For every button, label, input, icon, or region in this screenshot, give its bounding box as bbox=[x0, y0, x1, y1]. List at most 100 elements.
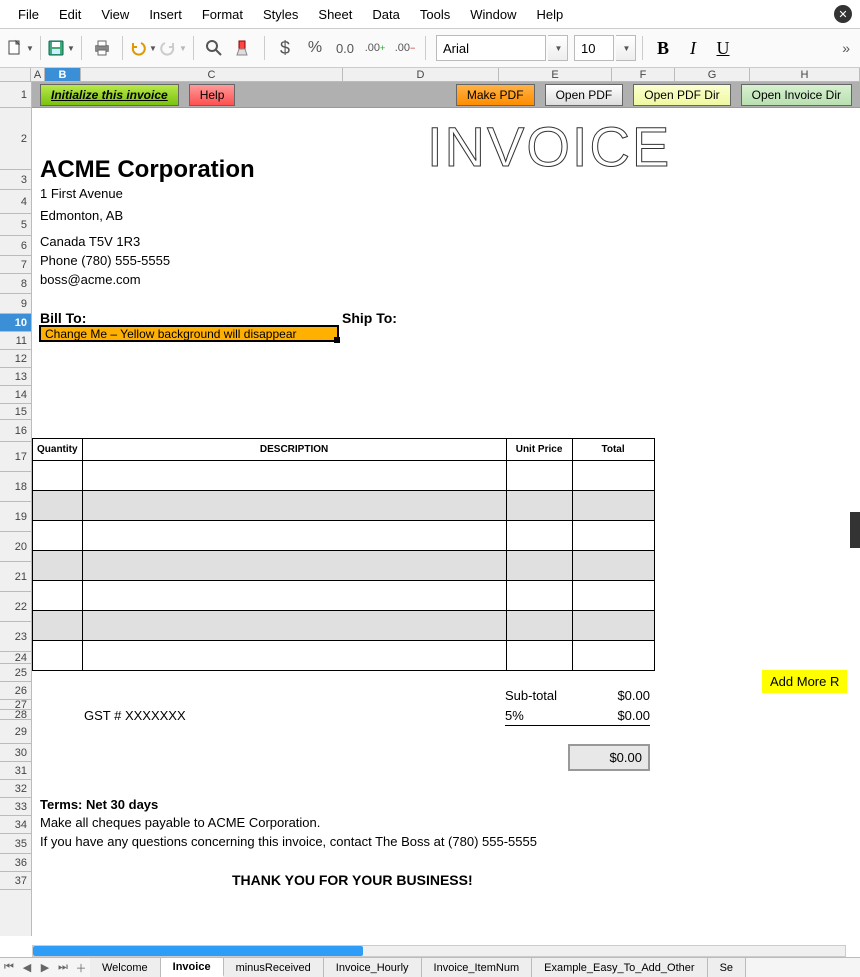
sheet-tab-invoice_itemnum[interactable]: Invoice_ItemNum bbox=[422, 958, 533, 977]
sheet-tab-minusreceived[interactable]: minusReceived bbox=[224, 958, 324, 977]
row-header-26[interactable]: 26 bbox=[0, 682, 31, 700]
table-row[interactable] bbox=[33, 611, 655, 641]
row-header-33[interactable]: 33 bbox=[0, 798, 31, 816]
row-header-36[interactable]: 36 bbox=[0, 854, 31, 872]
column-header-A[interactable]: A bbox=[31, 68, 45, 81]
first-sheet-button[interactable]: ⏮ bbox=[0, 958, 18, 977]
row-header-31[interactable]: 31 bbox=[0, 762, 31, 780]
clear-format-button[interactable] bbox=[230, 34, 258, 62]
open-pdf-button[interactable]: Open PDF bbox=[545, 84, 624, 106]
row-header-9[interactable]: 9 bbox=[0, 294, 31, 314]
row-header-13[interactable]: 13 bbox=[0, 368, 31, 386]
font-size-dropdown[interactable]: ▼ bbox=[616, 35, 636, 61]
open-invoice-dir-button[interactable]: Open Invoice Dir bbox=[741, 84, 852, 106]
sheet-tab-invoice_hourly[interactable]: Invoice_Hourly bbox=[324, 958, 422, 977]
add-decimal-button[interactable]: .00+ bbox=[361, 34, 389, 62]
menu-styles[interactable]: Styles bbox=[253, 3, 308, 26]
menu-data[interactable]: Data bbox=[362, 3, 409, 26]
row-header-24[interactable]: 24 bbox=[0, 652, 31, 664]
column-header-G[interactable]: G bbox=[675, 68, 750, 81]
sheet-tab-invoice[interactable]: Invoice bbox=[161, 958, 224, 977]
menu-tools[interactable]: Tools bbox=[410, 3, 460, 26]
open-pdf-dir-button[interactable]: Open PDF Dir bbox=[633, 84, 730, 106]
next-sheet-button[interactable]: ▶ bbox=[36, 958, 54, 977]
save-button[interactable]: ▼ bbox=[47, 34, 75, 62]
table-row[interactable] bbox=[33, 491, 655, 521]
undo-button[interactable]: ▼ bbox=[129, 34, 157, 62]
make-pdf-button[interactable]: Make PDF bbox=[456, 84, 535, 106]
table-row[interactable] bbox=[33, 641, 655, 671]
row-header-16[interactable]: 16 bbox=[0, 420, 31, 442]
underline-button[interactable]: U bbox=[709, 34, 737, 62]
menu-file[interactable]: File bbox=[8, 3, 49, 26]
column-header-H[interactable]: H bbox=[750, 68, 860, 81]
row-header-17[interactable]: 17 bbox=[0, 442, 31, 472]
font-name-input[interactable]: Arial bbox=[436, 35, 546, 61]
number-format-button[interactable]: 0.0 bbox=[331, 34, 359, 62]
initialize-invoice-button[interactable]: Initialize this invoice bbox=[40, 84, 179, 106]
currency-button[interactable]: $ bbox=[271, 34, 299, 62]
find-button[interactable] bbox=[200, 34, 228, 62]
row-header-18[interactable]: 18 bbox=[0, 472, 31, 502]
row-header-23[interactable]: 23 bbox=[0, 622, 31, 652]
toolbar-overflow-button[interactable]: » bbox=[838, 40, 854, 56]
table-row[interactable] bbox=[33, 521, 655, 551]
row-header-21[interactable]: 21 bbox=[0, 562, 31, 592]
active-cell[interactable]: Change Me – Yellow background will disap… bbox=[39, 325, 339, 342]
row-header-1[interactable]: 1 bbox=[0, 82, 31, 108]
row-header-37[interactable]: 37 bbox=[0, 872, 31, 890]
sheet-tab-welcome[interactable]: Welcome bbox=[90, 958, 161, 977]
menu-insert[interactable]: Insert bbox=[139, 3, 192, 26]
row-header-7[interactable]: 7 bbox=[0, 256, 31, 274]
font-size-input[interactable]: 10 bbox=[574, 35, 614, 61]
redo-button[interactable]: ▼ bbox=[159, 34, 187, 62]
row-header-8[interactable]: 8 bbox=[0, 274, 31, 294]
row-header-10[interactable]: 10 bbox=[0, 314, 31, 332]
last-sheet-button[interactable]: ⏭ bbox=[54, 958, 72, 977]
scrollbar-thumb[interactable] bbox=[33, 946, 363, 956]
column-header-D[interactable]: D bbox=[343, 68, 499, 81]
add-sheet-button[interactable]: ＋ bbox=[72, 958, 90, 977]
row-header-19[interactable]: 19 bbox=[0, 502, 31, 532]
column-header-F[interactable]: F bbox=[612, 68, 675, 81]
column-header-C[interactable]: C bbox=[81, 68, 343, 81]
select-all-corner[interactable] bbox=[0, 68, 31, 81]
percent-button[interactable]: % bbox=[301, 34, 329, 62]
remove-decimal-button[interactable]: .00− bbox=[391, 34, 419, 62]
help-button[interactable]: Help bbox=[189, 84, 236, 106]
table-row[interactable] bbox=[33, 581, 655, 611]
table-row[interactable] bbox=[33, 461, 655, 491]
row-header-25[interactable]: 25 bbox=[0, 664, 31, 682]
menu-sheet[interactable]: Sheet bbox=[308, 3, 362, 26]
row-header-35[interactable]: 35 bbox=[0, 834, 31, 854]
column-header-E[interactable]: E bbox=[499, 68, 612, 81]
row-header-15[interactable]: 15 bbox=[0, 404, 31, 420]
row-header-32[interactable]: 32 bbox=[0, 780, 31, 798]
row-header-22[interactable]: 22 bbox=[0, 592, 31, 622]
row-header-30[interactable]: 30 bbox=[0, 744, 31, 762]
menu-format[interactable]: Format bbox=[192, 3, 253, 26]
bold-button[interactable]: B bbox=[649, 34, 677, 62]
menu-view[interactable]: View bbox=[91, 3, 139, 26]
print-button[interactable] bbox=[88, 34, 116, 62]
row-header-12[interactable]: 12 bbox=[0, 350, 31, 368]
row-header-34[interactable]: 34 bbox=[0, 816, 31, 834]
add-more-rows-button[interactable]: Add More R bbox=[762, 670, 847, 693]
row-header-14[interactable]: 14 bbox=[0, 386, 31, 404]
row-header-2[interactable]: 2 bbox=[0, 108, 31, 170]
table-row[interactable] bbox=[33, 551, 655, 581]
row-header-4[interactable]: 4 bbox=[0, 190, 31, 214]
sidebar-collapse-handle[interactable] bbox=[850, 512, 860, 548]
row-header-5[interactable]: 5 bbox=[0, 214, 31, 236]
italic-button[interactable]: I bbox=[679, 34, 707, 62]
sheet-tab-se[interactable]: Se bbox=[708, 958, 746, 977]
row-header-11[interactable]: 11 bbox=[0, 332, 31, 350]
row-header-29[interactable]: 29 bbox=[0, 720, 31, 744]
font-name-dropdown[interactable]: ▼ bbox=[548, 35, 568, 61]
new-doc-button[interactable]: ▼ bbox=[6, 34, 34, 62]
close-icon[interactable]: ✕ bbox=[834, 5, 852, 23]
horizontal-scrollbar[interactable] bbox=[32, 945, 846, 957]
column-header-B[interactable]: B bbox=[45, 68, 81, 81]
menu-window[interactable]: Window bbox=[460, 3, 526, 26]
menu-edit[interactable]: Edit bbox=[49, 3, 91, 26]
